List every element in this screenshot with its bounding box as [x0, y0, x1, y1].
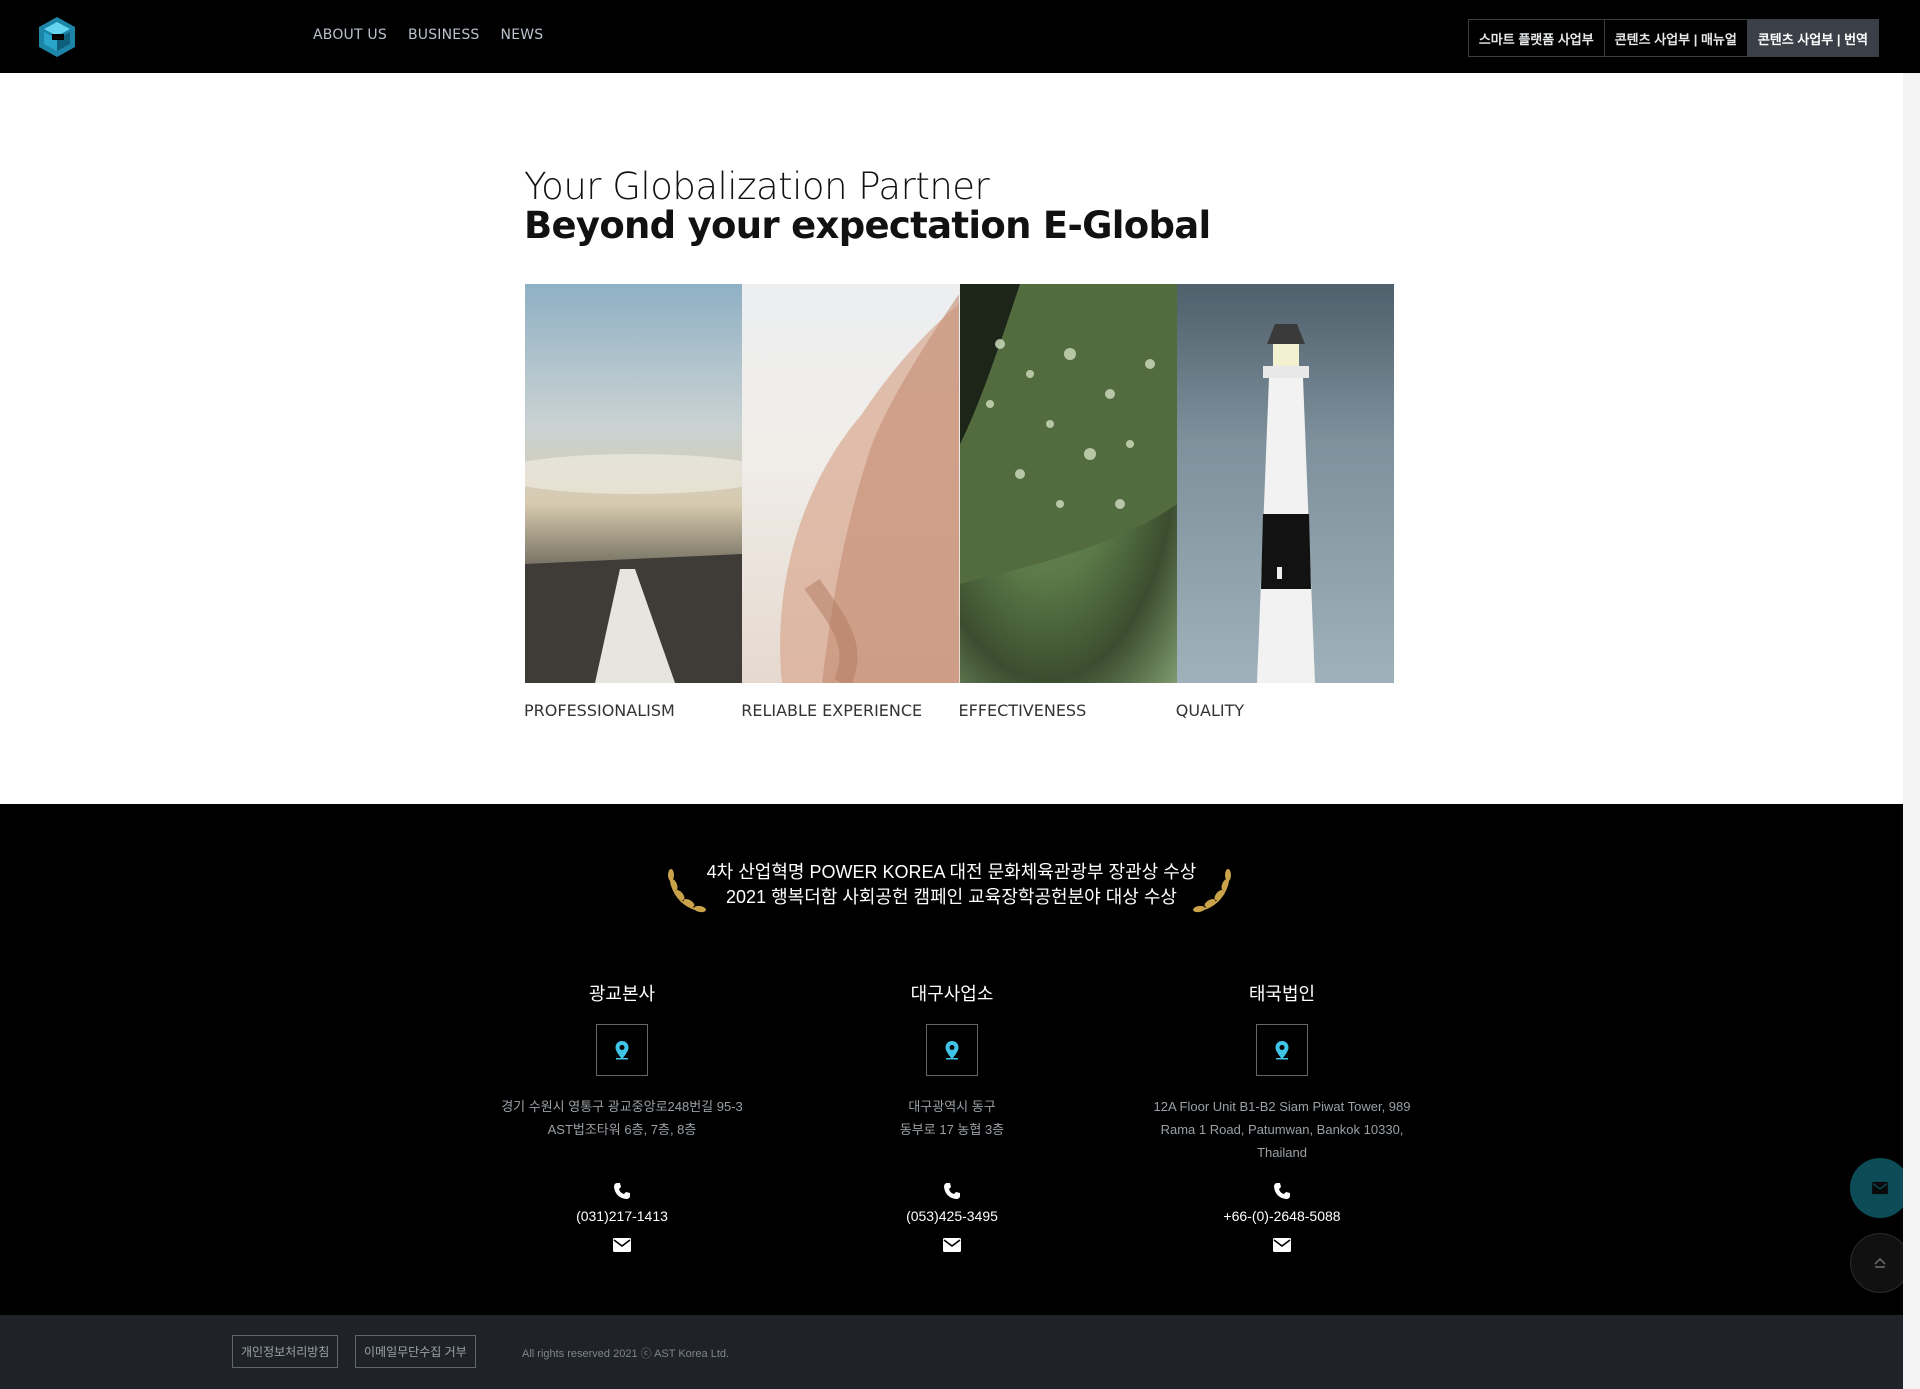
footer-bottom: 개인정보처리방침 이메일무단수집 거부 All rights reserved …	[0, 1315, 1903, 1389]
mail-icon[interactable]	[1272, 1237, 1292, 1253]
office-name: 대구사업소	[910, 984, 994, 1004]
office-address: Thailand	[1257, 1145, 1307, 1160]
division-buttons: 스마트 플랫폼 사업부 콘텐츠 사업부 | 매뉴얼 콘텐츠 사업부 | 번역	[1467, 19, 1879, 57]
value-label: EFFECTIVENESS	[958, 701, 1087, 720]
office-address: 동부로 17 농협 3층	[899, 1122, 1005, 1137]
office-name: 광교본사	[588, 984, 656, 1004]
holding-hands-image	[742, 284, 960, 683]
site-header: ABOUT US BUSINESS NEWS 스마트 플랫폼 사업부 콘텐츠 사…	[0, 0, 1920, 73]
map-pin-button[interactable]	[1256, 1024, 1308, 1076]
lighthouse-image	[1176, 284, 1394, 683]
value-label: PROFESSIONALISM	[524, 701, 675, 720]
award-line: 4차 산업혁명 POWER KOREA 대전 문화체육관광부 장관상 수상	[706, 862, 1197, 882]
map-pin-icon	[1275, 1041, 1289, 1060]
nav-business[interactable]: BUSINESS	[408, 27, 480, 43]
smart-platform-button[interactable]: 스마트 플랫폼 사업부	[1468, 20, 1605, 56]
value-label: RELIABLE EXPERIENCE	[741, 701, 923, 720]
road-image	[525, 284, 743, 683]
award-line: 2021 행복더함 사회공헌 캠페인 교육장학공헌분야 대상 수상	[726, 887, 1177, 907]
office-address: 대구광역시 동구	[908, 1099, 996, 1114]
phone-icon[interactable]	[613, 1182, 631, 1200]
office-address: 경기 수원시 영통구 광교중앙로248번길 95-3	[501, 1099, 743, 1114]
value-labels: PROFESSIONALISM RELIABLE EXPERIENCE EFFE…	[524, 701, 1393, 720]
map-pin-button[interactable]	[596, 1024, 648, 1076]
intro-tagline: Your Globalization Partner	[524, 165, 990, 208]
arrow-up-icon	[1874, 1257, 1886, 1268]
office-name: 태국법인	[1248, 984, 1316, 1004]
office-thailand: 태국법인 12A Floor Unit B1-B2 Siam Piwat Tow…	[1122, 980, 1442, 1252]
nav-about-us[interactable]: ABOUT US	[313, 27, 387, 43]
page-scrollbar[interactable]	[1903, 73, 1920, 1389]
value-images	[525, 284, 1394, 683]
map-pin-icon	[615, 1041, 629, 1060]
office-address: Rama 1 Road, Patumwan, Bankok 10330,	[1160, 1122, 1404, 1137]
map-pin-button[interactable]	[926, 1024, 978, 1076]
content-manual-button[interactable]: 콘텐츠 사업부 | 매뉴얼	[1604, 20, 1748, 56]
content-translation-button[interactable]: 콘텐츠 사업부 | 번역	[1747, 20, 1878, 56]
copyright: All rights reserved 2021 ⓒ AST Korea Ltd…	[522, 1348, 730, 1360]
value-label: QUALITY	[1175, 701, 1245, 720]
company-logo[interactable]	[38, 16, 76, 58]
office-phone[interactable]: +66-(0)-2648-5088	[1122, 1208, 1442, 1224]
mail-icon[interactable]	[612, 1237, 632, 1253]
phone-icon[interactable]	[1273, 1182, 1291, 1200]
mail-icon[interactable]	[942, 1237, 962, 1253]
map-pin-icon	[945, 1041, 959, 1060]
phone-icon[interactable]	[943, 1182, 961, 1200]
main-nav: ABOUT US BUSINESS NEWS	[313, 27, 543, 43]
office-gwanggyo: 광교본사 경기 수원시 영통구 광교중앙로248번길 95-3 AST법조타워 …	[462, 980, 782, 1252]
intro-headline: Beyond your expectation E-Global	[524, 204, 1211, 247]
privacy-policy-button[interactable]: 개인정보처리방침	[232, 1335, 339, 1368]
nav-news[interactable]: NEWS	[501, 27, 544, 43]
leaf-water-drops-image	[959, 284, 1177, 683]
email-refuse-button[interactable]: 이메일무단수집 거부	[355, 1335, 476, 1368]
contact-mail-button[interactable]	[1850, 1158, 1910, 1218]
office-phone[interactable]: (053)425-3495	[792, 1208, 1112, 1224]
office-phone[interactable]: (031)217-1413	[462, 1208, 782, 1224]
office-address: AST법조타워 6층, 7층, 8층	[547, 1122, 697, 1137]
scroll-top-button[interactable]	[1850, 1233, 1910, 1293]
award-text: 4차 산업혁명 POWER KOREA 대전 문화체육관광부 장관상 수상 20…	[0, 860, 1903, 910]
office-address: 12A Floor Unit B1-B2 Siam Piwat Tower, 9…	[1153, 1099, 1411, 1114]
office-daegu: 대구사업소 대구광역시 동구 동부로 17 농협 3층 (053)425-349…	[792, 980, 1112, 1252]
mail-icon	[1872, 1181, 1888, 1195]
